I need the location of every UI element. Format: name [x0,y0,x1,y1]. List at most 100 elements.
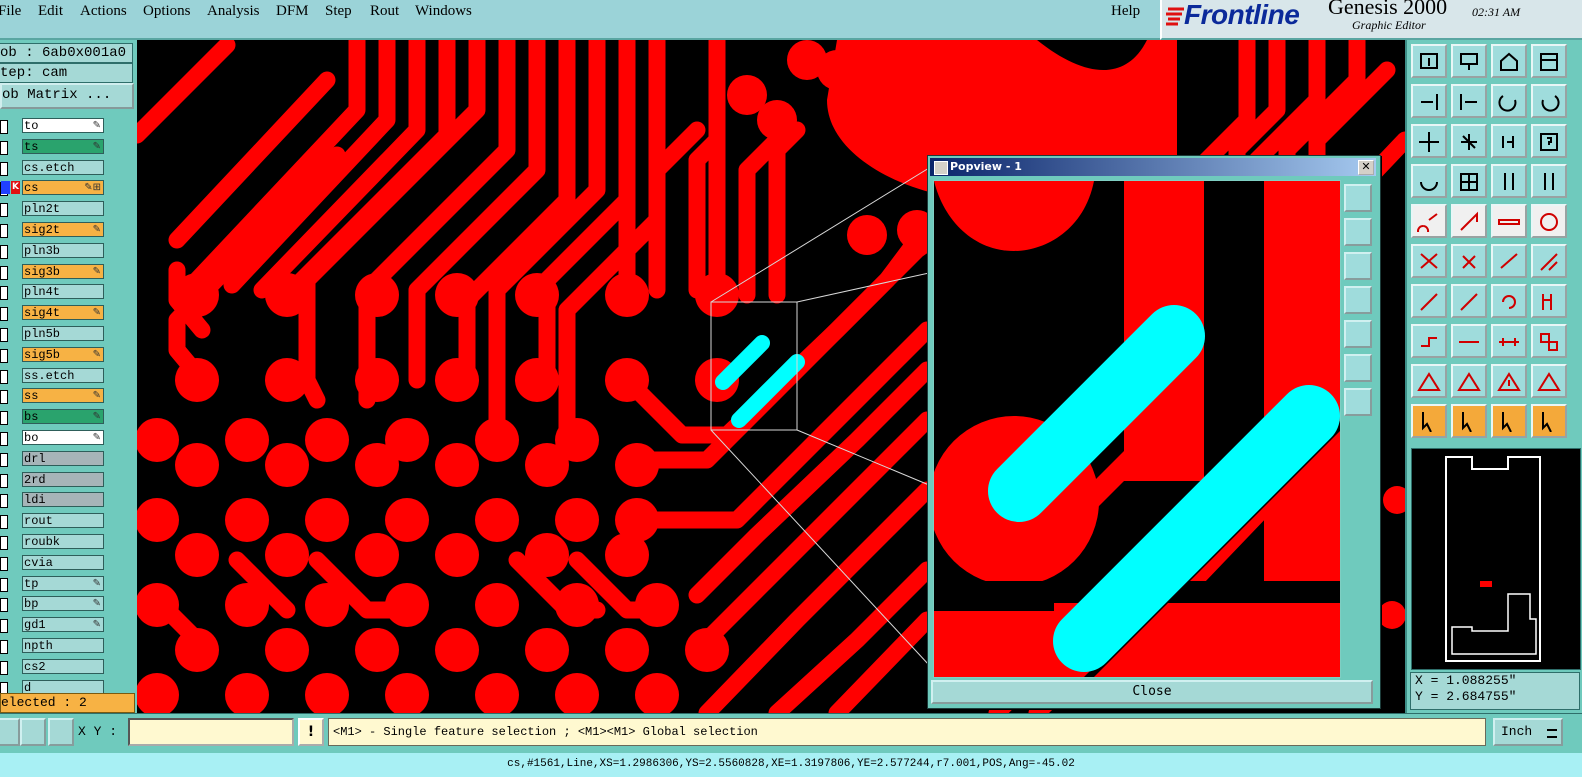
layer-row-24[interactable]: gd1 ✎ [0,617,110,634]
undo-zoom-icon[interactable] [1491,84,1527,118]
menu-actions[interactable]: Actions [80,3,127,20]
board-overview[interactable] [1411,448,1581,670]
layer-checkbox[interactable] [0,411,8,426]
line-tool-icon[interactable] [1411,284,1447,318]
connect-icon[interactable] [1411,244,1447,278]
menu-options[interactable]: Options [143,3,191,20]
layer-row-20[interactable]: roubk [0,534,110,550]
popview-canvas[interactable] [933,180,1341,678]
palette-icon[interactable] [1411,164,1447,198]
layer-checkbox[interactable] [0,577,8,592]
measure-tool-icon[interactable] [1491,324,1527,358]
zoom-center-icon[interactable] [1451,124,1487,158]
layer-row-21[interactable]: cvia [0,554,110,571]
layer-row-8[interactable]: pln4t [0,284,110,301]
layer-checkbox[interactable] [0,140,8,155]
job-matrix-button[interactable]: ob Matrix ... [0,83,134,109]
layer-row-18[interactable]: ldi [0,492,110,509]
menu-step[interactable]: Step [325,3,352,20]
grid-toggle-icon[interactable] [1451,164,1487,198]
layer-row-15[interactable]: bo ✎ [0,430,110,446]
menu-dfm[interactable]: DFM [276,3,309,20]
layer-checkbox[interactable] [0,390,8,405]
layer-row-1[interactable]: ts ✎ [0,138,110,155]
layer-checkbox[interactable] [0,203,8,218]
layer-row-10[interactable]: pln5b [0,326,110,342]
layer-row-0[interactable]: to ✎ [0,118,110,134]
grid-icon[interactable] [48,718,74,746]
help-icon[interactable] [1531,124,1567,158]
menu-edit[interactable]: Edit [38,3,63,20]
layer-checkbox[interactable] [0,598,8,613]
close-button[interactable]: Close [931,680,1373,704]
mirror-icon[interactable] [1531,284,1567,318]
split-icon[interactable] [1451,324,1487,358]
layer-row-9[interactable]: sig4t ✎ [0,305,110,322]
triangle-two-icon[interactable] [1451,364,1487,398]
snap-points-icon[interactable] [1531,164,1567,198]
layer-checkbox[interactable] [0,369,8,384]
layer-checkbox[interactable] [0,348,8,363]
one-to-one-icon[interactable] [1491,124,1527,158]
menu-help[interactable]: Help [1111,3,1140,20]
layer-checkbox[interactable] [0,452,8,467]
pad-tool-icon[interactable] [1411,204,1447,238]
layer-checkbox[interactable] [0,120,8,134]
layer-row-11[interactable]: sig5b ✎ [0,346,110,363]
units-select[interactable]: Inch [1493,718,1563,746]
layer-row-22[interactable]: tp ✎ [0,575,110,592]
measure-icon[interactable] [20,718,46,746]
layer-row-12[interactable]: ss.etch [0,367,110,384]
triangle-four-icon[interactable] [1531,364,1567,398]
menu-rout[interactable]: Rout [370,3,399,20]
home-view-icon[interactable] [1491,44,1527,78]
add-pad-icon[interactable] [1411,324,1447,358]
layer-row-19[interactable]: rout [0,513,110,530]
layer-row-14[interactable]: bs ✎ [0,409,110,426]
select-poly-icon[interactable] [1491,404,1527,438]
select-window-icon[interactable] [1451,404,1487,438]
layer-checkbox[interactable] [0,161,8,176]
pan-left-icon[interactable] [1344,286,1372,314]
snap-layer-icon[interactable] [1491,164,1527,198]
menu-file[interactable]: File [0,3,21,20]
triangle-three-icon[interactable] [1491,364,1527,398]
redraw-icon[interactable] [1531,84,1567,118]
layer-row-16[interactable]: drl [0,450,110,467]
pan-left-icon[interactable] [1411,84,1447,118]
snap-icon[interactable] [0,718,20,746]
close-icon[interactable]: ✕ [1358,160,1374,175]
fit-screen-icon[interactable] [1411,124,1447,158]
zoom-out-icon[interactable] [1344,388,1372,416]
move-icon[interactable] [1491,244,1527,278]
layer-checkbox[interactable] [0,473,8,488]
select-cursor-icon[interactable] [1411,404,1447,438]
zoom-home-icon[interactable] [1344,184,1372,212]
menu-windows[interactable]: Windows [415,3,472,20]
layer-row-2[interactable]: cs.etch [0,159,110,176]
ruler-icon[interactable] [1491,204,1527,238]
arc-line-icon[interactable] [1451,284,1487,318]
layer-checkbox[interactable] [0,244,8,259]
rotate-icon[interactable] [1491,284,1527,318]
popview-titlebar[interactable]: Popview - 1 ✕ [930,158,1376,176]
layer-row-6[interactable]: pln3b [0,242,110,259]
layer-up-icon[interactable] [1411,44,1447,78]
layer-down-icon[interactable] [1451,44,1487,78]
pan-right-icon[interactable] [1344,320,1372,348]
zoom-in-icon[interactable] [1344,354,1372,382]
layer-checkbox[interactable] [0,265,8,280]
layer-checkbox[interactable] [0,494,8,509]
layer-row-17[interactable]: 2rd [0,471,110,488]
layer-row-3[interactable]: Kcs ✎⊞ [0,180,110,197]
surface-tool-icon[interactable] [1451,204,1487,238]
layer-row-5[interactable]: sig2t ✎ [0,222,110,238]
layer-row-23[interactable]: bp ✎ [0,596,110,613]
layer-checkbox[interactable] [0,556,8,571]
layer-row-7[interactable]: sig3b ✎ [0,263,110,280]
layer-checkbox[interactable] [0,328,8,342]
layer-checkbox[interactable] [0,640,8,654]
layer-checkbox[interactable] [0,515,8,530]
pan-down-icon[interactable] [1344,252,1372,280]
merge-icon[interactable] [1531,324,1567,358]
